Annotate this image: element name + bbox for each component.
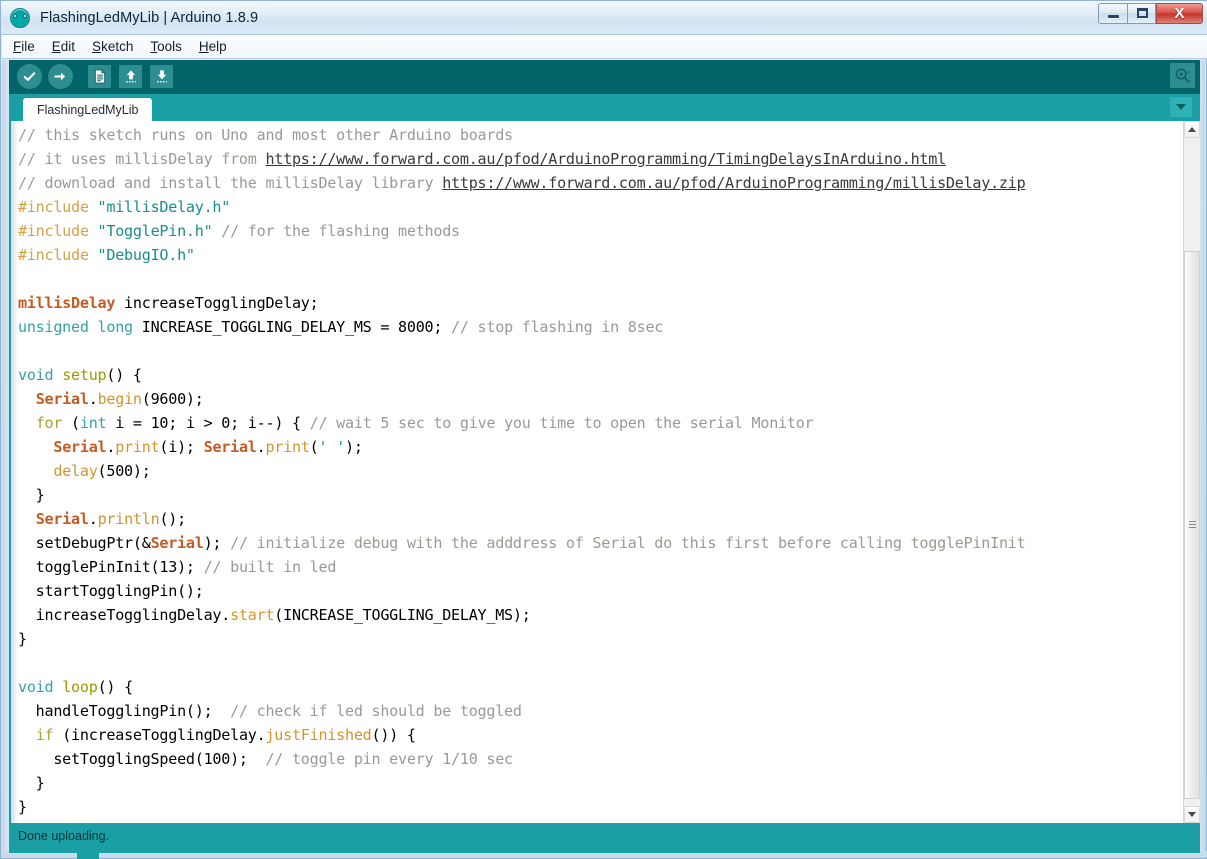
window-left-edge [2,60,9,853]
verify-button[interactable] [15,62,44,91]
code-line: for (int i = 10; i > 0; i--) { // wait 5… [18,411,1188,435]
editor-vertical-scrollbar[interactable] [1183,121,1200,823]
code-line: setDebugPtr(&Serial); // initialize debu… [18,531,1188,555]
scrollbar-thumb[interactable] [1184,251,1200,799]
code-line: void setup() { [18,363,1188,387]
code-line: } [18,627,1188,651]
toolbar [9,60,1200,94]
arrow-up-icon [119,65,142,88]
maximize-icon [1137,8,1148,18]
serial-monitor-button[interactable] [1170,63,1195,88]
scroll-down-button[interactable] [1184,806,1200,823]
code-line: } [18,483,1188,507]
close-icon: X [1157,4,1202,23]
code-line: } [18,795,1188,819]
ide-client-area: FlashingLedMyLib // this sketch runs on … [9,60,1200,853]
code-line [18,339,1188,363]
code-line: } [18,771,1188,795]
menu-item-tools[interactable]: Tools [150,37,191,56]
code-line: delay(500); [18,459,1188,483]
code-text-area[interactable]: // this sketch runs on Uno and most othe… [18,121,1188,823]
magnifier-icon [1170,63,1195,88]
tab-label: FlashingLedMyLib [37,103,138,117]
triangle-down-icon [1188,812,1196,817]
code-line [18,267,1188,291]
maximize-button[interactable] [1127,3,1156,24]
save-button[interactable] [147,62,176,91]
code-line: unsigned long INCREASE_TOGGLING_DELAY_MS… [18,315,1188,339]
menu-item-sketch[interactable]: Sketch [92,37,142,56]
upload-button[interactable] [46,62,75,91]
menu-item-help[interactable]: Help [199,37,236,56]
code-line: // it uses millisDelay from https://www.… [18,147,1188,171]
menu-item-file[interactable]: File [13,37,44,56]
arrow-down-icon [150,65,173,88]
tab-menu-button[interactable] [1170,97,1192,117]
arduino-logo-icon [10,8,30,28]
status-bar-notch [77,853,99,859]
tab-flashingledmylib[interactable]: FlashingLedMyLib [23,98,152,121]
minimize-icon [1108,15,1119,18]
arrow-right-icon [48,64,73,89]
code-line: // this sketch runs on Uno and most othe… [18,123,1188,147]
code-line: void loop() { [18,675,1188,699]
status-bar: Done uploading. [9,823,1200,853]
editor-gutter [11,121,18,823]
code-line: startTogglingPin(); [18,579,1188,603]
arduino-ide-window: FlashingLedMyLib | Arduino 1.8.9 X File … [0,0,1207,859]
code-editor[interactable]: // this sketch runs on Uno and most othe… [9,121,1200,823]
window-title: FlashingLedMyLib | Arduino 1.8.9 [40,10,258,26]
new-button[interactable] [85,62,114,91]
scrollbar-grip-icon [1189,521,1196,529]
chevron-down-icon [1176,104,1186,110]
code-line: increaseTogglingDelay.start(INCREASE_TOG… [18,603,1188,627]
code-line: setTogglingSpeed(100); // toggle pin eve… [18,747,1188,771]
code-line: #include "DebugIO.h" [18,243,1188,267]
status-message: Done uploading. [18,829,109,843]
code-line [18,651,1188,675]
scroll-up-button[interactable] [1184,121,1200,138]
new-document-icon [88,65,111,88]
code-line: Serial.println(); [18,507,1188,531]
menu-item-edit[interactable]: Edit [52,37,84,56]
code-line: Serial.print(i); Serial.print(' '); [18,435,1188,459]
code-line: millisDelay increaseTogglingDelay; [18,291,1188,315]
menu-bar: File Edit Sketch Tools Help [2,35,1207,59]
title-bar: FlashingLedMyLib | Arduino 1.8.9 X [1,1,1207,35]
checkmark-icon [17,64,42,89]
code-line: // download and install the millisDelay … [18,171,1188,195]
code-line: Serial.begin(9600); [18,387,1188,411]
open-button[interactable] [116,62,145,91]
window-controls: X [1098,3,1203,24]
code-line: #include "millisDelay.h" [18,195,1188,219]
close-button[interactable]: X [1156,3,1203,24]
code-line: #include "TogglePin.h" // for the flashi… [18,219,1188,243]
code-line: handleTogglingPin(); // check if led sho… [18,699,1188,723]
tab-bar: FlashingLedMyLib [9,94,1200,121]
code-line: if (increaseTogglingDelay.justFinished()… [18,723,1188,747]
triangle-up-icon [1188,127,1196,132]
minimize-button[interactable] [1098,3,1127,24]
window-frame: FlashingLedMyLib | Arduino 1.8.9 X File … [0,0,1207,859]
code-line: togglePinInit(13); // built in led [18,555,1188,579]
